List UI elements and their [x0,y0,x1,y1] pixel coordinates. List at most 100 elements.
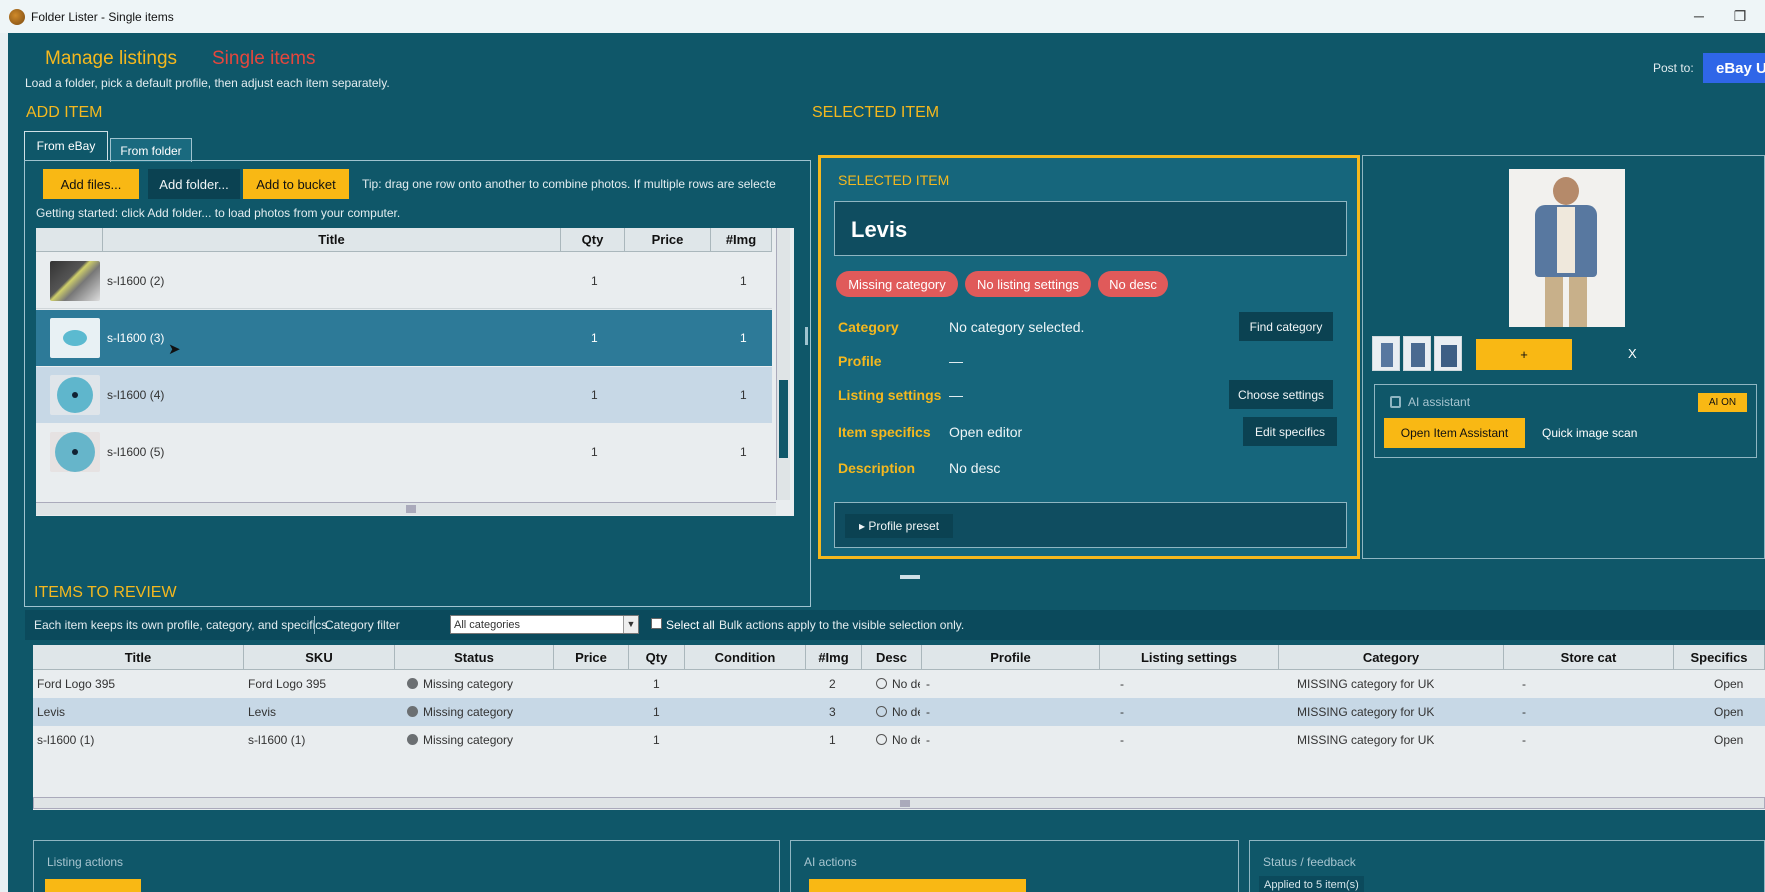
cell-specifics[interactable]: Open [1714,705,1743,719]
col-listing-settings[interactable]: Listing settings [1100,645,1279,670]
cell-img: 1 [829,733,836,747]
add-files-button[interactable]: Add files... [43,169,139,199]
cell-category: MISSING category for UK [1297,733,1435,747]
choose-settings-button[interactable]: Choose settings [1229,380,1333,409]
horizontal-splitter-handle[interactable] [900,575,920,579]
photo-table-vscrollbar[interactable] [776,228,790,500]
photo-img-count: 1 [740,331,747,345]
status-feedback-title: Status / feedback [1263,855,1356,869]
image-thumbnail-1[interactable] [1372,336,1400,371]
col-sku[interactable]: SKU [244,645,395,670]
find-category-button[interactable]: Find category [1239,312,1333,341]
photo-title: s-l1600 (2) [107,273,165,288]
col-specifics[interactable]: Specifics [1674,645,1765,670]
review-table-hscrollbar[interactable] [33,797,1765,809]
tab-manage-listings[interactable]: Manage listings [45,48,177,70]
status-dot-icon [407,678,418,689]
tab-single-items[interactable]: Single items [212,48,316,70]
item-specifics-value[interactable]: Open editor [949,424,1022,440]
edit-specifics-button[interactable]: Edit specifics [1243,417,1337,446]
cell-qty: 1 [653,677,660,691]
status-dot-icon [407,706,418,717]
selected-item-section-title: SELECTED ITEM [812,104,940,121]
cell-img: 2 [829,677,836,691]
getting-started-text: Getting started: click Add folder... to … [36,206,401,220]
review-row-selected[interactable]: Levis Levis Missing category 1 3 No des … [33,698,1765,726]
vertical-splitter-handle[interactable] [805,327,808,345]
hscroll-thumb[interactable] [406,505,416,513]
col-profile[interactable]: Profile [922,645,1100,670]
ai-bulk-action-button[interactable] [809,879,1026,892]
image-thumbnail-2[interactable] [1403,336,1431,371]
tab-from-ebay[interactable]: From eBay [24,131,108,160]
photo-img-count: 1 [740,273,747,288]
desc-status-icon [876,734,887,745]
photo-title: s-l1600 (5) [107,445,165,459]
window-title: Folder Lister - Single items [31,9,174,24]
photo-row-selected[interactable]: s-l1600 (3) 1 1 ➤ [36,310,772,366]
listing-actions-panel: Listing actions [33,840,780,892]
toolbar-divider [314,616,315,634]
col-category[interactable]: Category [1279,645,1504,670]
selected-item-card: SELECTED ITEM Levis Missing category No … [818,155,1360,559]
image-thumbnail-3[interactable] [1434,336,1462,371]
quick-image-scan-button[interactable]: Quick image scan [1542,426,1637,440]
open-item-assistant-button[interactable]: Open Item Assistant [1384,418,1525,448]
col-desc[interactable]: Desc [862,645,922,670]
add-image-button[interactable]: + [1476,339,1572,370]
review-row[interactable]: Ford Logo 395 Ford Logo 395 Missing cate… [33,670,1765,698]
item-name-field[interactable]: Levis [834,201,1347,256]
cell-listing: - [1120,733,1124,747]
col-price[interactable]: Price [554,645,629,670]
vscroll-thumb[interactable] [779,380,788,458]
image-panel: + X AI assistant AI ON Open Item Assista… [1362,155,1765,559]
review-note: Each item keeps its own profile, categor… [34,618,331,632]
add-to-bucket-button[interactable]: Add to bucket [243,169,349,199]
cell-specifics[interactable]: Open [1714,733,1743,747]
review-row[interactable]: s-l1600 (1) s-l1600 (1) Missing category… [33,726,1765,754]
status-dot-icon [407,734,418,745]
item-specifics-label: Item specifics [838,424,931,440]
items-to-review-title: ITEMS TO REVIEW [34,584,177,601]
photo-thumbnail [50,375,100,415]
cell-specifics[interactable]: Open [1714,677,1743,691]
add-item-panel: Add files... Add folder... Add to bucket… [24,160,811,607]
col-condition[interactable]: Condition [685,645,806,670]
category-filter-select[interactable]: All categories ▼ [450,615,639,634]
col-img[interactable]: #Img [806,645,862,670]
col-qty[interactable]: Qty [561,228,625,251]
main-item-photo[interactable] [1509,169,1625,327]
col-qty[interactable]: Qty [629,645,685,670]
col-store-cat[interactable]: Store cat [1504,645,1674,670]
hscroll-thumb[interactable] [900,800,910,807]
add-folder-button[interactable]: Add folder... [148,169,240,199]
restore-icon[interactable]: ❐ [1725,8,1755,25]
photo-row[interactable]: s-l1600 (4) 1 1 [36,367,772,423]
remove-image-button[interactable]: X [1628,346,1637,361]
col-title[interactable]: Title [33,645,244,670]
photo-row[interactable]: s-l1600 (5) 1 1 [36,424,772,480]
cell-title: Levis [37,705,66,719]
select-all-checkbox[interactable] [651,618,662,629]
category-filter-value: All categories [454,619,521,631]
review-toolbar: Each item keeps its own profile, categor… [25,610,1765,640]
missing-category-badge: Missing category [836,271,958,297]
tab-from-folder[interactable]: From folder [110,138,192,162]
col-img[interactable]: #Img [711,228,772,251]
listing-action-button[interactable] [45,879,141,892]
ai-on-toggle[interactable]: AI ON [1698,393,1747,412]
photo-table-hscrollbar[interactable] [36,502,776,515]
post-to-ebay-button[interactable]: eBay U [1703,53,1765,83]
select-all-label[interactable]: Select all [666,618,715,632]
minimize-icon[interactable]: ─ [1684,8,1714,24]
chevron-down-icon[interactable]: ▼ [623,616,638,633]
listing-actions-title: Listing actions [47,855,124,869]
col-status[interactable]: Status [395,645,554,670]
app-body: Manage listings Single items Load a fold… [8,33,1765,892]
photo-row[interactable]: s-l1600 (2) 1 1 [36,253,772,309]
col-title[interactable]: Title [103,228,561,251]
photo-img-count: 1 [740,388,747,402]
profile-preset-toggle[interactable]: ▸ Profile preset [845,514,953,538]
col-thumb [36,228,103,251]
col-price[interactable]: Price [625,228,711,251]
